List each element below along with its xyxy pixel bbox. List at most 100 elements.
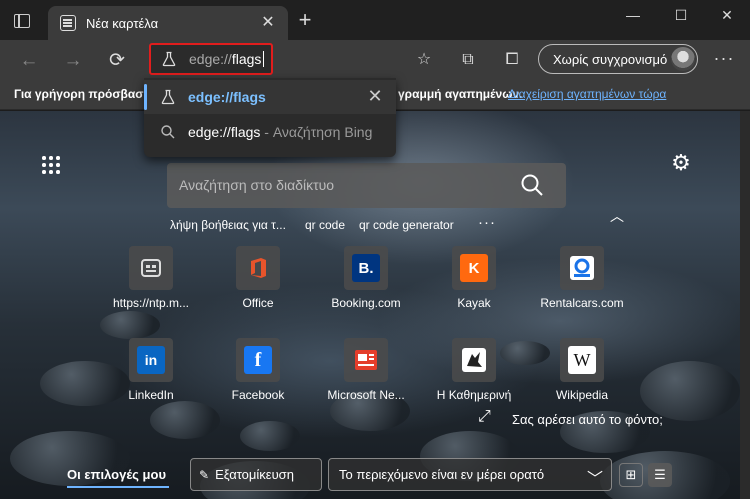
quick-link-tile[interactable]: Microsoft Ne... (311, 338, 421, 428)
flask-icon (162, 51, 176, 67)
flask-icon (161, 89, 175, 105)
kathimerini-icon (462, 348, 486, 372)
tile-label: LinkedIn (128, 388, 174, 402)
content-visibility-value: Το περιεχόμενο είναι εν μέρει ορατό (339, 467, 545, 482)
tile-icon-box (452, 338, 496, 382)
apps-launcher-icon[interactable] (42, 156, 62, 176)
close-window-button[interactable]: ✕ (704, 4, 750, 26)
tile-icon-box (560, 246, 604, 290)
extensions-icon[interactable]: ⧠ (500, 48, 524, 72)
tile-label: Kayak (457, 296, 491, 310)
tile-label: Facebook (231, 388, 285, 402)
customize-button[interactable]: ✎ Εξατομίκευση (190, 458, 322, 491)
tab-strip: Νέα καρτέλα ✕ + — ☐ ✕ (0, 0, 750, 40)
tab-new-tab[interactable]: Νέα καρτέλα ✕ (48, 6, 288, 40)
tile-icon-box (236, 246, 280, 290)
ntp-icon (141, 259, 161, 277)
tile-icon-box: W (560, 338, 604, 382)
my-feed-tab[interactable]: Οι επιλογές μου (67, 467, 166, 482)
tile-label: Rentalcars.com (540, 296, 624, 310)
favorites-message-end: γραμμή αγαπημένων. (398, 87, 523, 101)
linkedin-icon: in (137, 346, 165, 374)
more-options-icon[interactable]: ··· (712, 48, 736, 72)
search-suggestion[interactable]: λήψη βοήθειας για τ... (170, 218, 286, 232)
workspaces-icon[interactable] (14, 14, 30, 28)
chevron-down-icon: ﹀ (586, 471, 603, 488)
manage-favorites-link[interactable]: Διαχείριση αγαπημένων τώρα (508, 87, 666, 101)
forward-button[interactable]: → (60, 48, 86, 74)
tile-icon-box: K (452, 246, 496, 290)
microsoft-news-icon (355, 350, 377, 370)
profile-sync-button[interactable]: Χωρίς συγχρονισμό (538, 44, 698, 74)
address-prefix: edge:// (189, 51, 232, 67)
text-caret (263, 51, 265, 67)
minimize-button[interactable]: — (610, 4, 656, 26)
expand-arrows-icon[interactable]: ⤢ (478, 408, 491, 426)
tile-label: Booking.com (331, 296, 401, 310)
new-tab-button[interactable]: + (294, 9, 316, 32)
tile-label: Office (242, 296, 274, 310)
web-search-box[interactable]: Αναζήτηση στο διαδίκτυο (167, 163, 566, 208)
facebook-icon: f (244, 346, 272, 374)
suggestion-query: edge://flags (188, 124, 261, 140)
content-visibility-select[interactable]: Το περιεχόμενο είναι εν μέρει ορατό ﹀ (328, 458, 612, 491)
suggestion-source: - Αναζήτηση Bing (260, 124, 373, 140)
tile-label: Η Καθημερινή (436, 388, 512, 402)
quick-link-tile[interactable]: K Kayak (419, 246, 529, 336)
page-scrollbar[interactable] (740, 111, 750, 499)
tile-icon-box: f (236, 338, 280, 382)
tile-icon-box: in (129, 338, 173, 382)
suggestion-text: edge://flags (188, 89, 266, 105)
search-placeholder: Αναζήτηση στο διαδίκτυο (179, 177, 335, 193)
background-feedback-text[interactable]: Σας αρέσει αυτό το φόντο; (512, 412, 663, 427)
more-suggestions-icon[interactable]: ··· (478, 214, 496, 231)
new-tab-page-icon (60, 15, 76, 31)
list-layout-button[interactable]: ☰ (648, 463, 672, 487)
address-typed: flags (231, 51, 262, 67)
customize-label: Εξατομίκευση (215, 467, 294, 482)
address-value: edge://flags (189, 51, 261, 67)
page-settings-icon[interactable]: ⚙ (668, 150, 694, 176)
suggestion-item[interactable]: edge://flags - Αναζήτηση Bing (144, 115, 396, 149)
quick-link-tile[interactable]: in LinkedIn (96, 338, 206, 428)
address-suggestions-dropdown: edge://flags ✕ edge://flags - Αναζήτηση … (144, 78, 396, 157)
grid-layout-button[interactable]: ⊞ (619, 463, 643, 487)
tab-close-icon[interactable]: ✕ (258, 13, 278, 33)
remove-suggestion-icon[interactable]: ✕ (366, 87, 384, 105)
tile-icon-box (129, 246, 173, 290)
booking-icon: B. (352, 254, 380, 282)
collapse-chevron-icon[interactable]: ︿ (610, 206, 624, 226)
quick-link-tile[interactable]: B. Booking.com (311, 246, 421, 336)
office-icon (251, 258, 266, 278)
tab-title: Νέα καρτέλα (86, 15, 159, 31)
add-favorite-icon[interactable]: ☆ (412, 48, 436, 72)
search-suggestion[interactable]: qr code (305, 218, 345, 232)
kayak-icon: K (460, 254, 488, 282)
suggestion-text: edge://flags - Αναζήτηση Bing (188, 124, 372, 140)
avatar (671, 47, 695, 71)
quick-link-tile[interactable]: Rentalcars.com (527, 246, 637, 336)
search-icon (161, 125, 175, 139)
quick-link-tile[interactable]: f Facebook (203, 338, 313, 428)
rentalcars-icon (570, 256, 594, 280)
collections-icon[interactable]: ⧉ (456, 48, 480, 72)
tile-icon-box: B. (344, 246, 388, 290)
quick-link-tile[interactable]: https://ntp.m... (96, 246, 206, 336)
address-bar[interactable]: edge://flags (149, 43, 273, 75)
quick-link-tile[interactable]: Office (203, 246, 313, 336)
grid-icon: ⊞ (625, 467, 637, 482)
sync-label: Χωρίς συγχρονισμό (553, 51, 668, 67)
search-icon[interactable] (519, 172, 545, 198)
search-suggestion[interactable]: qr code generator (359, 218, 454, 232)
favorites-message-start: Για γρήγορη πρόσβαση (14, 87, 151, 101)
back-button[interactable]: ← (16, 48, 42, 74)
tile-label: Wikipedia (555, 388, 609, 402)
list-icon: ☰ (654, 467, 666, 482)
tile-icon-box (344, 338, 388, 382)
pencil-icon: ✎ (199, 467, 210, 482)
suggestion-item[interactable]: edge://flags ✕ (144, 80, 396, 114)
tile-label: Microsoft Ne... (327, 388, 405, 402)
tile-label: https://ntp.m... (112, 296, 190, 310)
refresh-button[interactable]: ⟳ (104, 48, 130, 74)
maximize-button[interactable]: ☐ (658, 4, 704, 26)
